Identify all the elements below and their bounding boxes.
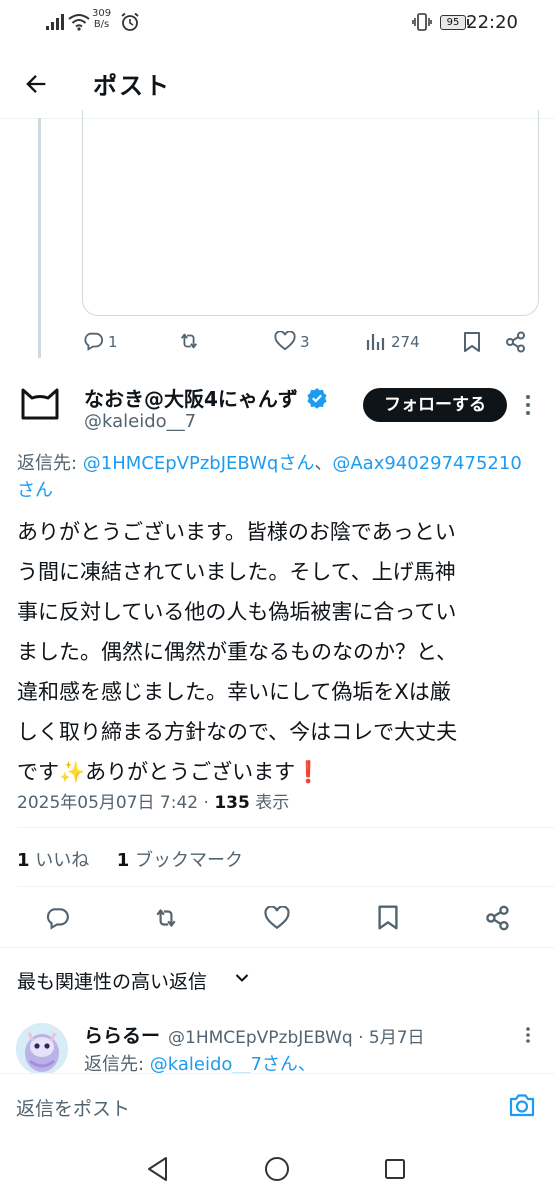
bookmark-icon[interactable] xyxy=(462,331,482,353)
likes-stat[interactable]: 1 いいね xyxy=(17,850,89,871)
top-app-bar xyxy=(0,50,554,119)
back-triangle-icon[interactable] xyxy=(146,1156,170,1182)
reply-to-mention[interactable]: @kaleido__7さん、 xyxy=(150,1054,316,1075)
share-icon[interactable] xyxy=(505,331,527,353)
page-title: ポスト xyxy=(93,72,171,100)
post-text-line: です✨ありがとうございます❗ xyxy=(17,760,322,784)
reply-button[interactable] xyxy=(44,905,70,931)
arrow-left-icon[interactable] xyxy=(22,70,50,98)
reply-input-placeholder[interactable]: 返信をポスト xyxy=(16,1094,130,1121)
post-text-line: しく取り締まる方針なので、今はコレで大丈夫 xyxy=(17,720,458,744)
author-display-name[interactable]: なおき@大阪4にゃんず xyxy=(84,383,298,412)
status-bar: 309 B/s 95 22:20 xyxy=(0,0,554,46)
reply-count: 1 xyxy=(108,333,118,351)
reply-to-line: 返信先: @1HMCEpVPzbJEBWqさん、@Aax940297475210… xyxy=(17,450,554,504)
post-text-line: 違和感を感じました。幸いにして偽垢をXは厳 xyxy=(17,680,451,704)
exclamation-emoji: ❗ xyxy=(295,760,322,784)
wifi-icon xyxy=(68,13,90,31)
author-handle[interactable]: @kaleido__7 xyxy=(84,411,196,432)
bookmarks-stat[interactable]: 1 ブックマーク xyxy=(117,850,243,871)
post-timestamp: 2025年05月07日 7:42 · 135 表示 xyxy=(17,793,290,813)
like-count: 3 xyxy=(300,333,310,351)
vibrate-icon xyxy=(412,13,432,31)
verified-badge-icon xyxy=(306,387,328,409)
divider xyxy=(17,827,554,828)
repost-icon[interactable] xyxy=(177,330,201,352)
previous-post-media-card[interactable] xyxy=(82,110,539,316)
recents-square-icon[interactable] xyxy=(384,1158,406,1180)
post-text-line: う間に凍結されていました。そして、上げ馬神 xyxy=(17,560,456,584)
signal-icon xyxy=(46,14,66,30)
network-speed: 309 B/s xyxy=(92,8,112,30)
view-count: 135 xyxy=(214,793,250,813)
avatar[interactable] xyxy=(16,380,64,428)
post-body: ありがとうございます。皆様のお陰であっとい う間に凍結されていました。そして、上… xyxy=(17,512,545,792)
battery-indicator: 95 xyxy=(440,15,466,30)
chevron-down-icon xyxy=(235,973,249,983)
more-options-icon[interactable] xyxy=(525,1026,531,1044)
share-button[interactable] xyxy=(485,905,511,931)
reply-to-separator: 、 xyxy=(314,453,333,474)
like-button[interactable] xyxy=(264,906,290,930)
follow-button[interactable]: フォローする xyxy=(363,388,507,422)
repost-button[interactable] xyxy=(152,905,180,931)
reply-author-name[interactable]: ららるー xyxy=(84,1021,160,1048)
bar-chart-icon xyxy=(366,332,386,350)
reply-sort-label: 最も関連性の高い返信 xyxy=(17,971,208,993)
reply-to-mention-1[interactable]: @1HMCEpVPzbJEBWqさん xyxy=(83,453,315,474)
reply-sort-dropdown[interactable]: 最も関連性の高い返信 xyxy=(17,967,207,994)
comment-icon xyxy=(82,330,104,352)
more-options-icon[interactable] xyxy=(525,394,531,416)
divider xyxy=(0,947,554,948)
engagement-stats: 1 いいね 1 ブックマーク xyxy=(17,846,243,872)
reply-author-handle[interactable]: @1HMCEpVPzbJEBWq xyxy=(168,1028,353,1048)
alarm-icon xyxy=(120,12,140,32)
reply-to-mention-2-tail[interactable]: さん xyxy=(17,480,53,501)
bookmark-button[interactable] xyxy=(376,904,400,931)
home-circle-icon[interactable] xyxy=(264,1156,290,1182)
reply-date: 5月7日 xyxy=(368,1028,425,1048)
post-text-line: 事に反対している他の人も偽垢被害に合ってい xyxy=(17,600,457,624)
status-time: 22:20 xyxy=(466,12,518,33)
heart-icon xyxy=(274,331,296,351)
camera-icon[interactable] xyxy=(508,1092,536,1118)
views-count: 274 xyxy=(391,333,420,351)
post-text-line: ありがとうございます。皆様のお陰であっとい xyxy=(17,520,456,544)
sparkles-emoji: ✨ xyxy=(59,760,86,784)
reply-to-label: 返信先: xyxy=(17,453,83,474)
reply-meta: @1HMCEpVPzbJEBWq · 5月7日 xyxy=(168,1028,425,1048)
post-text-line: ました。偶然に偶然が重なるものなのか？と、 xyxy=(17,640,458,664)
divider xyxy=(17,886,554,887)
thread-connector-line xyxy=(38,118,41,358)
reply-to-mention-2[interactable]: @Aax940297475210 xyxy=(332,453,521,474)
reply-avatar[interactable] xyxy=(16,1023,68,1075)
